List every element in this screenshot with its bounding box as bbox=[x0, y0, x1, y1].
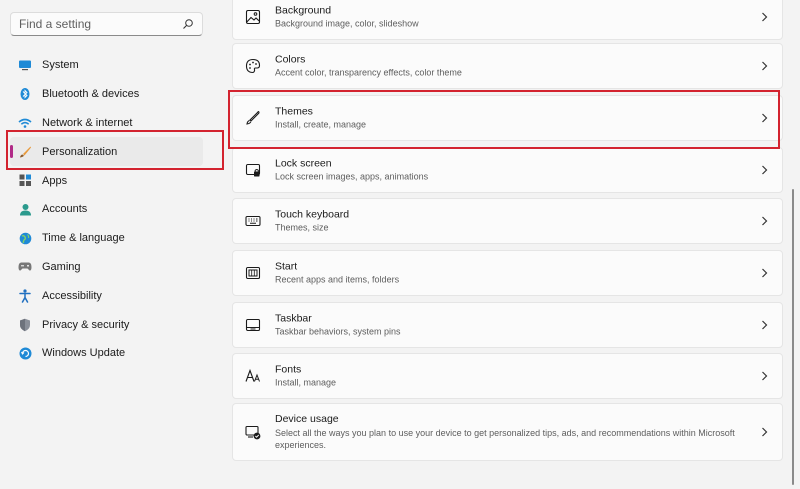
apps-icon bbox=[18, 174, 32, 188]
lock-screen-icon bbox=[245, 163, 261, 177]
chevron-right-icon bbox=[762, 320, 768, 330]
sidebar-item-label: Windows Update bbox=[42, 347, 126, 360]
sidebar-item-windows-update[interactable]: Windows Update bbox=[10, 339, 203, 368]
sidebar-item-label: Privacy & security bbox=[42, 318, 130, 331]
sidebar-item-label: Accessibility bbox=[42, 289, 102, 302]
card-fonts[interactable]: Fonts Install, manage bbox=[232, 353, 783, 399]
card-subtitle: Themes, size bbox=[275, 222, 329, 233]
start-icon bbox=[245, 266, 261, 280]
chevron-right-icon bbox=[762, 216, 768, 226]
card-lock-screen[interactable]: Lock screen Lock screen images, apps, an… bbox=[232, 147, 783, 193]
search-box[interactable] bbox=[10, 12, 203, 36]
brush-icon bbox=[246, 110, 260, 125]
windows-update-icon bbox=[18, 346, 32, 360]
card-device-usage[interactable]: Device usage Select all the ways you pla… bbox=[232, 403, 783, 461]
card-title: Taskbar bbox=[275, 312, 312, 325]
sidebar-item-label: Network & internet bbox=[42, 116, 133, 129]
system-icon bbox=[18, 58, 32, 72]
sidebar-item-label: Apps bbox=[42, 174, 68, 187]
card-title: Device usage bbox=[275, 413, 339, 425]
network-icon bbox=[18, 116, 32, 130]
card-start[interactable]: Start Recent apps and items, folders bbox=[232, 250, 783, 296]
card-taskbar[interactable]: Taskbar Taskbar behaviors, system pins bbox=[232, 302, 783, 348]
card-subtitle: Select all the ways you plan to use your… bbox=[275, 428, 735, 450]
settings-content: Background Background image, color, slid… bbox=[232, 0, 783, 489]
sidebar: System Bluetooth & devices Network & int… bbox=[0, 0, 222, 489]
card-subtitle: Recent apps and items, folders bbox=[275, 274, 400, 285]
background-icon bbox=[245, 9, 261, 25]
sidebar-item-label: Bluetooth & devices bbox=[42, 88, 140, 101]
chevron-right-icon bbox=[762, 165, 768, 175]
card-title: Lock screen bbox=[275, 157, 332, 170]
sidebar-item-accessibility[interactable]: Accessibility bbox=[10, 281, 203, 310]
scrollbar[interactable] bbox=[792, 189, 794, 485]
chevron-right-icon bbox=[762, 427, 768, 437]
privacy-icon bbox=[18, 318, 32, 332]
card-subtitle: Taskbar behaviors, system pins bbox=[275, 326, 401, 337]
sidebar-item-system[interactable]: System bbox=[10, 51, 203, 80]
sidebar-item-bluetooth[interactable]: Bluetooth & devices bbox=[10, 80, 203, 109]
accessibility-icon bbox=[18, 289, 32, 303]
card-background[interactable]: Background Background image, color, slid… bbox=[232, 0, 783, 40]
chevron-right-icon bbox=[762, 113, 768, 123]
keyboard-icon bbox=[245, 215, 261, 227]
taskbar-icon bbox=[245, 318, 261, 332]
time-language-icon bbox=[18, 231, 32, 245]
sidebar-item-label: Personalization bbox=[42, 145, 118, 158]
sidebar-item-apps[interactable]: Apps bbox=[10, 166, 203, 195]
card-touch-keyboard[interactable]: Touch keyboard Themes, size bbox=[232, 198, 783, 244]
card-title: Fonts bbox=[275, 363, 302, 376]
card-title: Themes bbox=[275, 105, 313, 118]
card-subtitle: Install, manage bbox=[275, 377, 337, 388]
chevron-right-icon bbox=[762, 268, 768, 278]
sidebar-item-personalization[interactable]: Personalization bbox=[10, 137, 203, 167]
sidebar-nav: System Bluetooth & devices Network & int… bbox=[10, 51, 203, 368]
card-subtitle: Install, create, manage bbox=[275, 119, 367, 130]
card-colors[interactable]: Colors Accent color, transparency effect… bbox=[232, 43, 783, 89]
personalization-icon bbox=[18, 145, 32, 159]
sidebar-item-label: System bbox=[42, 59, 79, 72]
sidebar-item-accounts[interactable]: Accounts bbox=[10, 195, 203, 224]
sidebar-item-network[interactable]: Network & internet bbox=[10, 109, 203, 138]
card-title: Colors bbox=[275, 53, 306, 66]
gaming-icon bbox=[18, 260, 32, 274]
chevron-right-icon bbox=[762, 12, 768, 22]
card-themes[interactable]: Themes Install, create, manage bbox=[232, 95, 783, 141]
fonts-icon bbox=[245, 368, 260, 382]
card-title: Background bbox=[275, 4, 332, 17]
accounts-icon bbox=[18, 202, 32, 216]
sidebar-item-label: Accounts bbox=[42, 203, 88, 216]
bluetooth-icon bbox=[18, 87, 32, 101]
sidebar-item-label: Time & language bbox=[42, 232, 125, 245]
device-usage-icon bbox=[245, 425, 261, 440]
card-subtitle: Background image, color, slideshow bbox=[275, 18, 419, 29]
sidebar-item-time-language[interactable]: Time & language bbox=[10, 224, 203, 253]
card-title: Start bbox=[275, 260, 298, 273]
search-input[interactable] bbox=[19, 17, 182, 31]
card-title: Touch keyboard bbox=[275, 208, 350, 221]
card-subtitle: Lock screen images, apps, animations bbox=[275, 171, 429, 182]
sidebar-item-label: Gaming bbox=[42, 260, 81, 273]
sidebar-item-privacy[interactable]: Privacy & security bbox=[10, 310, 203, 339]
chevron-right-icon bbox=[762, 61, 768, 71]
card-subtitle: Accent color, transparency effects, colo… bbox=[275, 67, 462, 78]
sidebar-item-gaming[interactable]: Gaming bbox=[10, 253, 203, 282]
chevron-right-icon bbox=[762, 371, 768, 381]
search-icon[interactable] bbox=[182, 18, 194, 30]
palette-icon bbox=[245, 58, 261, 74]
